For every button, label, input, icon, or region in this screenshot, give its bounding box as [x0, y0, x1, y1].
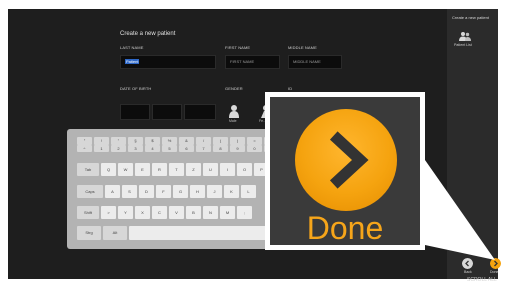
keyboard-key[interactable]: L	[241, 185, 256, 198]
on-screen-keyboard: °!"§$%&/()=?^1234567890ßTabQWERTZUIOPCap…	[67, 129, 283, 249]
done-label: Done	[490, 270, 499, 274]
keyboard-key[interactable]: S	[122, 185, 137, 198]
bottom-status-text: SCROLL ALL	[467, 277, 497, 283]
keyboard-key[interactable]: O	[237, 163, 252, 176]
id-label: ID	[288, 86, 293, 91]
keyboard-key[interactable]: &	[179, 137, 194, 145]
keyboard-key[interactable]: C	[152, 206, 167, 219]
keyboard-key[interactable]: 0	[247, 145, 262, 152]
middle-name-field[interactable]: MIDDLE NAME	[288, 55, 342, 69]
dob-label: DATE OF BIRTH	[120, 86, 152, 91]
keyboard-key[interactable]: K	[224, 185, 239, 198]
keyboard-key[interactable]: §	[128, 137, 143, 145]
keyboard-key[interactable]: M	[220, 206, 235, 219]
keyboard-key[interactable]: Y	[118, 206, 133, 219]
keyboard-key[interactable]: Q	[101, 163, 116, 176]
keyboard-key[interactable]: W	[118, 163, 133, 176]
keyboard-key[interactable]: 2	[111, 145, 126, 152]
keyboard-key[interactable]: 9	[230, 145, 245, 152]
middle-name-label: MIDDLE NAME	[288, 45, 317, 50]
chevron-right-icon	[329, 131, 369, 189]
keyboard-key[interactable]: !	[94, 137, 109, 145]
dob-day-field[interactable]	[120, 104, 150, 120]
dob-month-field[interactable]	[152, 104, 182, 120]
gender-label: GENDER	[225, 86, 243, 91]
keyboard-key[interactable]: >	[101, 206, 116, 219]
done-arrow-circle[interactable]	[295, 109, 397, 211]
keyboard-key[interactable]: N	[203, 206, 218, 219]
keyboard-key[interactable]: B	[186, 206, 201, 219]
male-label: Male	[229, 119, 237, 123]
keyboard-key[interactable]: $	[145, 137, 160, 145]
keyboard-key[interactable]: %	[162, 137, 177, 145]
patient-list-icon[interactable]	[459, 31, 471, 41]
male-icon[interactable]	[228, 104, 240, 118]
keyboard-key[interactable]: °	[77, 137, 92, 145]
keyboard-key[interactable]: Alt	[103, 226, 127, 240]
keyboard-key[interactable]: 3	[128, 145, 143, 152]
keyboard-key[interactable]: ;	[237, 206, 252, 219]
zoom-inset-background: Done	[270, 97, 420, 246]
done-zoom-inset: Done	[265, 92, 425, 250]
keyboard-key[interactable]: )	[230, 137, 245, 145]
keyboard-key[interactable]: 1	[94, 145, 109, 152]
keyboard-key[interactable]: H	[190, 185, 205, 198]
sidebar-title: Create a new patient	[452, 15, 489, 20]
done-icon[interactable]	[490, 258, 501, 269]
keyboard-key[interactable]: 5	[162, 145, 177, 152]
keyboard-key[interactable]: Shift	[77, 206, 99, 219]
keyboard-key[interactable]: "	[111, 137, 126, 145]
keyboard-key[interactable]: Caps	[77, 185, 103, 198]
page-title: Create a new patient	[120, 31, 176, 37]
keyboard-key[interactable]: /	[196, 137, 211, 145]
right-sidebar: Create a new patient Patient List	[447, 9, 498, 279]
keyboard-key[interactable]: J	[207, 185, 222, 198]
keyboard-key[interactable]: Tab	[77, 163, 99, 176]
keyboard-key[interactable]: =	[247, 137, 262, 145]
back-icon[interactable]	[462, 258, 473, 269]
spacebar-key[interactable]	[129, 226, 269, 240]
keyboard-key[interactable]: U	[203, 163, 218, 176]
keyboard-key[interactable]: E	[135, 163, 150, 176]
keyboard-key[interactable]: A	[105, 185, 120, 198]
patient-list-label: Patient List	[454, 43, 472, 47]
dob-year-field[interactable]	[184, 104, 216, 120]
last-name-value: Patient	[125, 59, 140, 64]
keyboard-key[interactable]: I	[220, 163, 235, 176]
keyboard-key[interactable]: (	[213, 137, 228, 145]
keyboard-key[interactable]: V	[169, 206, 184, 219]
keyboard-key[interactable]: ^	[77, 145, 92, 152]
keyboard-key[interactable]: G	[173, 185, 188, 198]
keyboard-key[interactable]: X	[135, 206, 150, 219]
keyboard-key[interactable]: Strg	[77, 226, 101, 240]
keyboard-key[interactable]: R	[152, 163, 167, 176]
keyboard-key[interactable]: 4	[145, 145, 160, 152]
keyboard-key[interactable]: T	[169, 163, 184, 176]
keyboard-key[interactable]: 7	[196, 145, 211, 152]
back-label: Back	[464, 270, 472, 274]
keyboard-key[interactable]: D	[139, 185, 154, 198]
keyboard-key[interactable]: F	[156, 185, 171, 198]
last-name-label: LAST NAME	[120, 45, 144, 50]
keyboard-key[interactable]: 6	[179, 145, 194, 152]
keyboard-key[interactable]: 8	[213, 145, 228, 152]
first-name-label: FIRST NAME	[225, 45, 251, 50]
zoom-done-label: Done	[306, 210, 384, 246]
keyboard-key[interactable]: Z	[186, 163, 201, 176]
first-name-field[interactable]: FIRST NAME	[225, 55, 280, 69]
last-name-field[interactable]: Patient	[120, 55, 216, 69]
